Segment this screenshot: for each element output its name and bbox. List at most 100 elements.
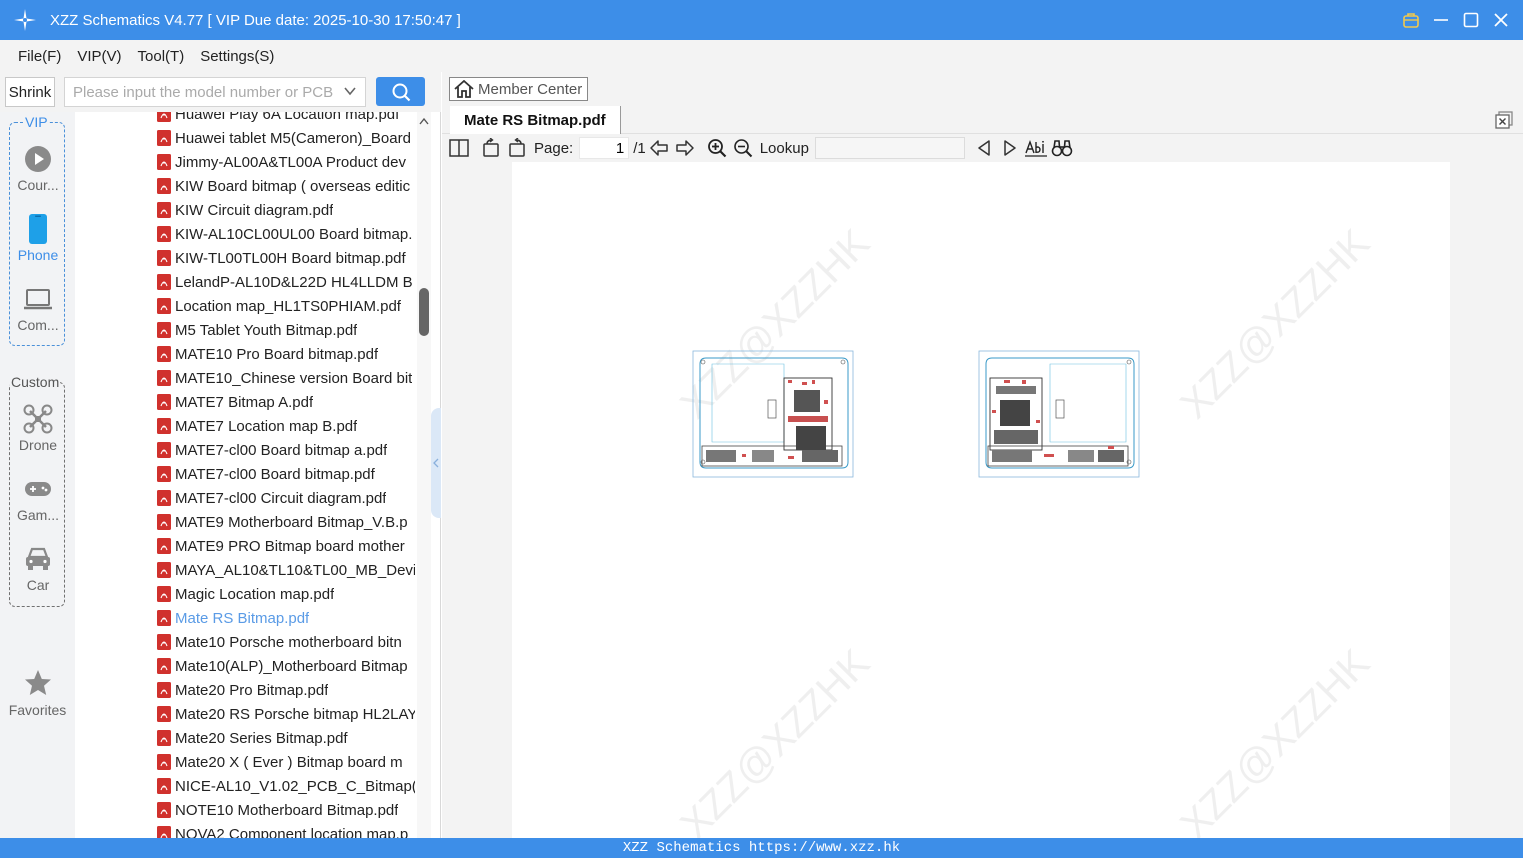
maximize-button[interactable] [1461,10,1481,30]
find-previous-button[interactable] [973,137,995,159]
viewer-panel: Member Center Mate RS Bitmap.pdf Page: /… [442,72,1523,838]
page-input[interactable] [579,137,630,159]
file-name: KIW Circuit diagram.pdf [175,201,334,219]
minimize-button[interactable] [1431,10,1451,30]
pdf-file-icon [157,466,171,482]
category-course[interactable]: Cour... [10,143,66,205]
pdf-file-icon [157,514,171,530]
file-name: Mate10 Porsche motherboard bitn [175,633,402,651]
file-list-item[interactable]: NOTE10 Motherboard Bitmap.pdf [157,798,415,822]
file-list-item[interactable]: Mate10 Porsche motherboard bitn [157,630,415,654]
pdf-file-icon [157,154,171,170]
pdf-file-icon [157,586,171,602]
file-name: NOTE10 Motherboard Bitmap.pdf [175,801,399,819]
menu-file[interactable]: File(F) [10,48,69,65]
menu-vip[interactable]: VIP(V) [69,48,129,65]
file-list-item[interactable]: MATE7 Bitmap A.pdf [157,390,415,414]
category-game[interactable]: Gam... [10,473,66,535]
find-next-button[interactable] [999,137,1021,159]
file-list-item[interactable]: Mate RS Bitmap.pdf [157,606,415,630]
vip-bag-button[interactable] [1401,10,1421,30]
file-list-item[interactable]: Mate20 X ( Ever ) Bitmap board m [157,750,415,774]
file-list-scrollbar[interactable] [417,112,431,838]
shrink-button[interactable]: Shrink [5,77,55,107]
category-label: Cour... [17,177,59,193]
favorites-button[interactable]: Favorites [0,668,75,718]
file-list-item[interactable]: MATE7 Location map B.pdf [157,414,415,438]
file-list-item[interactable]: Mate20 RS Porsche bitmap HL2LAY [157,702,415,726]
arrow-left-icon [649,140,668,156]
file-list-item[interactable]: MATE7-cl00 Board bitmap.pdf [157,462,415,486]
file-list-item[interactable]: NICE-AL10_V1.02_PCB_C_Bitmap(1( [157,774,415,798]
scroll-thumb[interactable] [419,288,429,336]
rotate-right-button[interactable] [506,137,528,159]
file-list-item[interactable]: Mate20 Series Bitmap.pdf [157,726,415,750]
file-list-item[interactable]: MATE7-cl00 Circuit diagram.pdf [157,486,415,510]
match-case-button[interactable] [1024,137,1047,159]
member-center-button[interactable]: Member Center [449,77,588,101]
close-button[interactable] [1491,10,1511,30]
watermark-text: XZZ@XZZHK [672,641,879,838]
file-list-item[interactable]: Magic Location map.pdf [157,582,415,606]
file-list-item[interactable]: MAYA_AL10&TL10&TL00_MB_Devi [157,558,415,582]
document-tab[interactable]: Mate RS Bitmap.pdf [450,106,621,134]
rotate-left-icon [483,138,499,157]
category-computer[interactable]: Com... [10,283,66,345]
file-list-item[interactable]: KIW-AL10CL00UL00 Board bitmap. [157,222,415,246]
file-list-item[interactable]: MATE7-cl00 Board bitmap a.pdf [157,438,415,462]
file-list-item[interactable]: MATE10_Chinese version Board bit [157,366,415,390]
file-list-item[interactable]: MATE9 Motherboard Bitmap_V.B.p [157,510,415,534]
file-list-item[interactable]: M5 Tablet Youth Bitmap.pdf [157,318,415,342]
category-car[interactable]: Car [10,543,66,605]
search-input[interactable] [65,78,335,106]
menu-tool[interactable]: Tool(T) [130,48,193,65]
zoom-in-button[interactable] [706,137,728,159]
rotate-left-button[interactable] [480,137,502,159]
watermark-text: XZZ@XZZHK [1172,641,1379,838]
file-name: Mate20 Series Bitmap.pdf [175,729,348,747]
file-list-item[interactable]: MATE9 PRO Bitmap board mother [157,534,415,558]
pdf-file-icon [157,442,171,458]
category-phone[interactable]: Phone [10,213,66,275]
file-list-item[interactable]: Huawei Play 6A Location map.pdf [157,112,415,126]
pdf-page[interactable]: XZZ@XZZHK XZZ@XZZHK XZZ@XZZHK XZZ@XZZHK [512,162,1450,838]
search-button[interactable] [376,77,425,106]
previous-page-button[interactable] [648,137,670,159]
toggle-sidebar-button[interactable] [448,137,470,159]
file-list-item[interactable]: KIW-TL00TL00H Board bitmap.pdf [157,246,415,270]
pdf-file-icon [157,322,171,338]
zoom-out-button[interactable] [732,137,754,159]
category-sidebar: VIP Cour... Phone Com... Custom Drone Ga… [0,112,75,838]
member-center-label: Member Center [478,80,583,98]
search-dropdown[interactable] [343,84,357,102]
binoculars-icon [1051,140,1073,157]
find-all-button[interactable] [1051,137,1073,159]
file-list-item[interactable]: KIW Board bitmap ( overseas editic [157,174,415,198]
file-list-item[interactable]: KIW Circuit diagram.pdf [157,198,415,222]
pdf-file-icon [157,754,171,770]
close-icon [1494,13,1508,27]
menu-settings[interactable]: Settings(S) [192,48,282,65]
file-list-item[interactable]: Jimmy-AL00A&TL00A Product dev [157,150,415,174]
file-list-item[interactable]: Location map_HL1TS0PHIAM.pdf [157,294,415,318]
file-list-item[interactable]: LelandP-AL10D&L22D HL4LLDM B [157,270,415,294]
file-list-item[interactable]: Huawei tablet M5(Cameron)_Board [157,126,415,150]
next-page-button[interactable] [674,137,696,159]
document-tab-bar: Mate RS Bitmap.pdf [442,106,1523,134]
file-list-item[interactable]: Mate20 Pro Bitmap.pdf [157,678,415,702]
file-list-item[interactable]: NOVA2 Component location map.p [157,822,415,838]
close-all-tabs-button[interactable] [1495,111,1513,133]
file-list-item[interactable]: Mate10(ALP)_Motherboard Bitmap [157,654,415,678]
category-label: Com... [17,317,59,333]
lookup-input[interactable] [814,137,965,159]
category-drone[interactable]: Drone [10,403,66,465]
collapse-panel-handle[interactable] [431,408,441,518]
file-list-item[interactable]: MATE10 Pro Board bitmap.pdf [157,342,415,366]
play-icon [25,146,51,172]
vip-group-label: VIP [24,114,49,130]
file-name: LelandP-AL10D&L22D HL4LLDM B [175,273,413,291]
file-name: MATE7 Bitmap A.pdf [175,393,314,411]
zoom-out-icon [733,139,752,158]
scroll-up-button[interactable] [417,112,431,130]
file-name: MATE7-cl00 Board bitmap a.pdf [175,441,388,459]
